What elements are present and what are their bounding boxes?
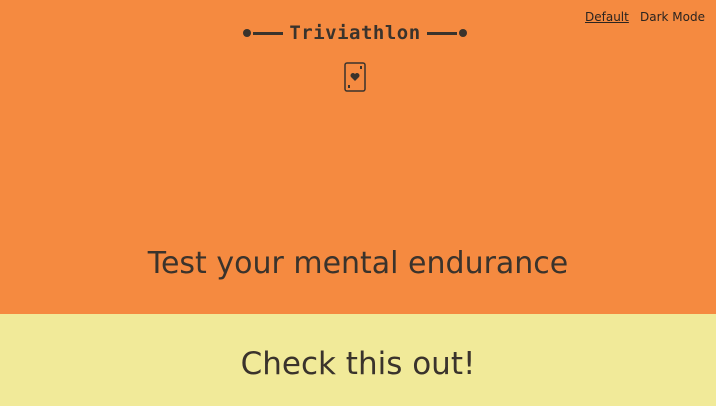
hero-section: Triviathlon Default Dark Mode Test your … [0,0,716,314]
band-heading: Check this out! [240,346,476,382]
site-title: Triviathlon [289,22,421,44]
playing-card-heart-icon [344,62,366,92]
brand-header: Triviathlon [230,20,480,46]
right-dash-ornament [426,31,457,35]
left-dash-ornament [253,31,284,35]
left-dot-ornament [243,29,252,37]
dark-mode-link[interactable]: Dark Mode [640,10,705,24]
hero-tagline: Test your mental endurance [147,246,569,281]
right-dot-ornament [458,29,467,37]
default-mode-link[interactable]: Default [585,10,629,24]
